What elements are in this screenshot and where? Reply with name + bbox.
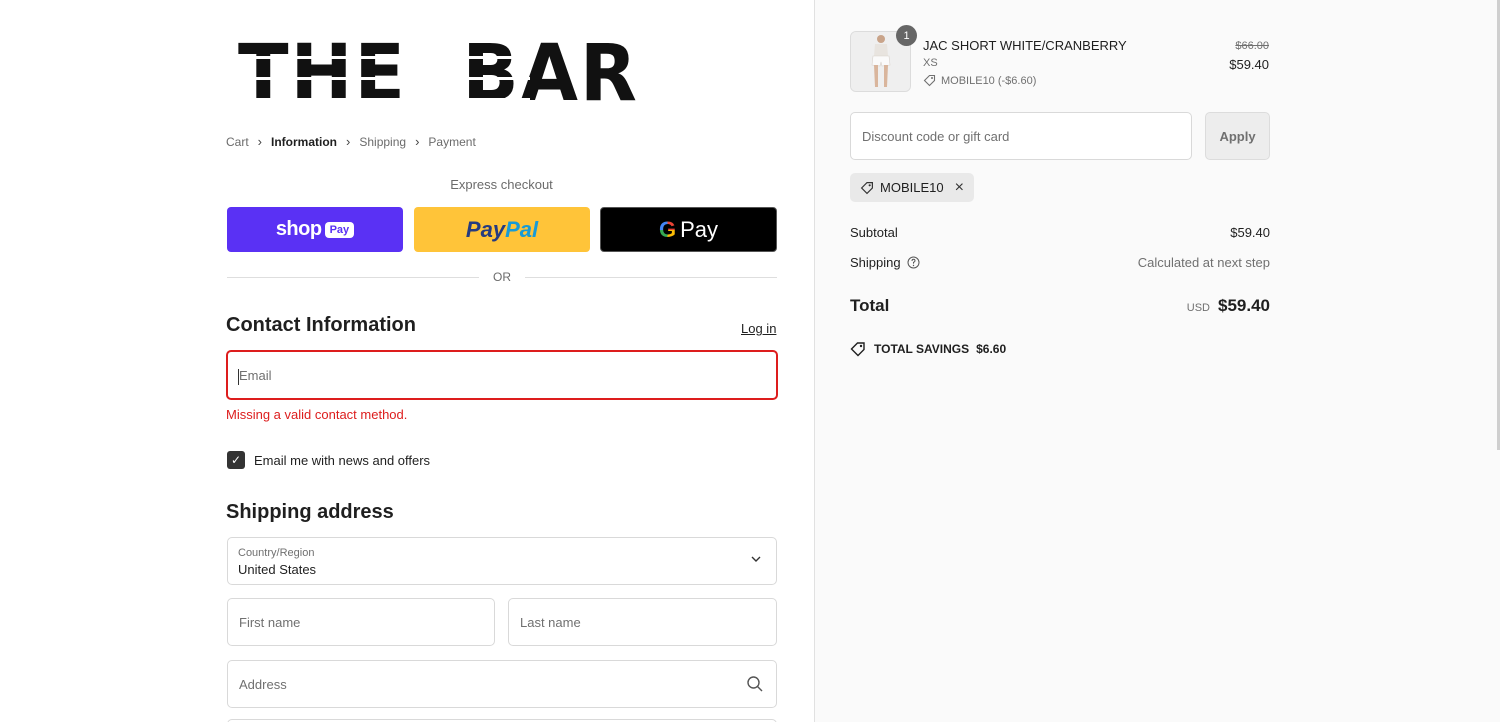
breadcrumb-information: Information [271, 134, 338, 149]
shop-pay-button[interactable]: shop Pay [227, 207, 403, 252]
discount-field-wrapper [850, 112, 1192, 160]
apply-button[interactable]: Apply [1205, 112, 1270, 160]
email-input[interactable] [228, 352, 776, 398]
price-final: $59.40 [1229, 57, 1269, 72]
or-text: OR [493, 270, 511, 284]
total-value: $59.40 [1218, 296, 1270, 315]
savings-tag-icon [850, 342, 865, 357]
breadcrumb: Cart › Information › Shipping › Payment [226, 134, 476, 149]
first-name-input[interactable] [228, 599, 494, 645]
product-variant: XS [923, 57, 938, 69]
chevron-right-icon: › [257, 134, 263, 149]
price-original: $66.00 [1235, 40, 1269, 52]
shipping-value: Calculated at next step [1137, 255, 1270, 270]
search-icon[interactable] [746, 675, 764, 693]
newsletter-checkbox[interactable]: ✓ [227, 451, 245, 469]
chevron-down-icon [750, 553, 762, 568]
help-icon[interactable] [907, 256, 920, 269]
total-value-wrap: USD $59.40 [1187, 296, 1270, 316]
contact-title: Contact Information [226, 314, 416, 336]
discount-input[interactable] [851, 113, 1191, 159]
country-value: United States [238, 562, 317, 577]
shop-pay-wordmark: shop [275, 218, 322, 240]
paypal-wordmark-a: Pay [465, 216, 506, 242]
order-summary [814, 0, 1500, 722]
country-label: Country/Region [238, 547, 315, 559]
or-divider: OR [227, 270, 777, 284]
subtotal-value: $59.40 [1230, 225, 1270, 240]
email-field-wrapper [226, 350, 778, 400]
express-checkout-label: Express checkout [450, 177, 553, 192]
login-link[interactable]: Log in [741, 321, 776, 336]
first-name-field-wrapper [227, 598, 495, 646]
google-pay-wordmark: Pay [680, 216, 719, 242]
breadcrumb-cart[interactable]: Cart [226, 135, 249, 149]
quantity-badge: 1 [896, 25, 917, 46]
breadcrumb-payment: Payment [428, 134, 476, 149]
newsletter-row: ✓ Email me with news and offers [227, 451, 430, 469]
shipping-row: Shipping Calculated at next step [850, 255, 1270, 270]
chevron-right-icon: › [346, 134, 351, 149]
google-g-icon: G [658, 216, 677, 242]
product-discount-text: MOBILE10 (-$6.60) [941, 74, 1037, 87]
savings-value: $6.60 [976, 342, 1007, 356]
divider-line [227, 276, 479, 278]
logo-stripes [238, 38, 530, 110]
address-field-wrapper [227, 660, 777, 708]
newsletter-label[interactable]: Email me with news and offers [254, 453, 430, 468]
subtotal-row: Subtotal $59.40 [850, 225, 1270, 240]
last-name-field-wrapper [508, 598, 777, 646]
total-savings: TOTAL SAVINGS $6.60 [850, 341, 1006, 357]
shop-pay-pill: Pay [324, 221, 355, 238]
checkmark-icon: ✓ [230, 453, 242, 467]
checkout-main: THE BAR Cart › Information › Shipping › … [0, 0, 814, 722]
google-pay-button[interactable]: G Pay [600, 207, 777, 252]
country-select[interactable]: Country/Region United States [227, 537, 777, 585]
product-name: JAC SHORT WHITE/CRANBERRY [923, 38, 1127, 53]
savings-label: TOTAL SAVINGS [874, 342, 970, 356]
total-label: Total [850, 296, 890, 315]
product-discount: MOBILE10 (-$6.60) [923, 74, 1036, 87]
tag-icon [860, 181, 873, 194]
tag-icon [923, 74, 936, 87]
currency-code: USD [1186, 302, 1210, 314]
text-caret [238, 369, 239, 385]
applied-discount-chip: MOBILE10 × [850, 173, 974, 202]
remove-discount-icon[interactable]: × [955, 179, 964, 197]
total-row: Total USD $59.40 [850, 296, 1270, 316]
divider-line [525, 276, 777, 278]
store-logo[interactable]: THE BAR [238, 35, 637, 113]
email-error: Missing a valid contact method. [226, 407, 408, 422]
shipping-label: Shipping [850, 255, 901, 270]
applied-discount-code: MOBILE10 [880, 180, 944, 195]
shipping-title: Shipping address [226, 501, 394, 523]
address-input[interactable] [228, 661, 776, 707]
breadcrumb-shipping: Shipping [359, 134, 407, 149]
paypal-button[interactable]: Pay Pal [414, 207, 590, 252]
subtotal-label: Subtotal [850, 225, 898, 240]
last-name-input[interactable] [509, 599, 776, 645]
chevron-right-icon: › [415, 134, 420, 149]
paypal-wordmark-b: Pal [505, 216, 539, 242]
shipping-label-wrap: Shipping [850, 255, 920, 270]
